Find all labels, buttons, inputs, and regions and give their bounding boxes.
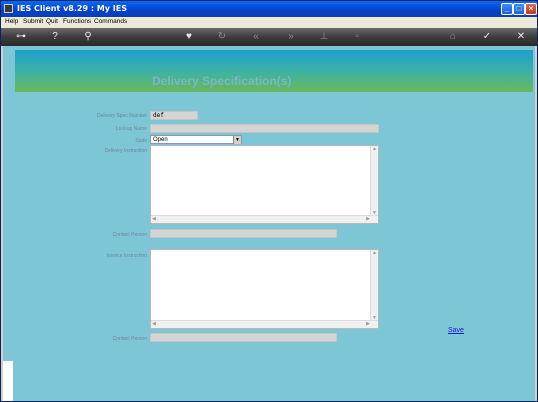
close-window-button[interactable]: × — [525, 3, 537, 15]
state-select[interactable]: Open ▼ — [150, 135, 242, 144]
scroll-up-icon[interactable]: ▲ — [372, 250, 377, 256]
menu-help[interactable]: Help — [5, 18, 18, 25]
scroll-left-icon[interactable]: ◀ — [152, 216, 156, 222]
delivery-instruction-textarea[interactable]: ▲ ▼ ◀ ▶ — [150, 145, 379, 224]
key-icon[interactable]: ⊶ — [11, 31, 31, 43]
page-icon[interactable]: ▫ — [351, 31, 363, 43]
spec-number-label: Delivery Spec Number — [96, 113, 147, 119]
client-area: Delivery Specification(s) Delivery Spec … — [3, 46, 535, 401]
toolbar: ⊶ ? ⚲ ♥ ↻ « » ⊥ ▫ ⌂ ✓ ✕ — [1, 28, 537, 46]
home-icon[interactable]: ⌂ — [447, 31, 459, 43]
vertical-scrollbar[interactable]: ▲ ▼ — [370, 250, 378, 321]
state-label: State — [135, 138, 147, 144]
invoice-instruction-label: Invoice Instruction — [106, 253, 147, 259]
left-edge-panel — [3, 361, 13, 401]
scroll-left-icon[interactable]: ◀ — [152, 321, 156, 327]
refresh-icon[interactable]: ↻ — [216, 31, 228, 43]
page-title: Delivery Specification(s) — [152, 74, 292, 88]
app-window: IES Client v8.29 : My IES _ □ × Help Sub… — [0, 0, 538, 402]
back-icon[interactable]: « — [250, 31, 262, 43]
minimize-button[interactable]: _ — [501, 3, 513, 15]
help-icon[interactable]: ? — [49, 31, 61, 43]
title-bar: IES Client v8.29 : My IES _ □ × — [1, 1, 537, 17]
heart-icon[interactable]: ♥ — [183, 31, 195, 43]
close-icon[interactable]: ✕ — [515, 31, 527, 43]
horizontal-scrollbar[interactable]: ◀ ▶ — [151, 215, 378, 223]
search-icon[interactable]: ⚲ — [82, 31, 94, 43]
scroll-up-icon[interactable]: ▲ — [372, 146, 377, 152]
vertical-scrollbar[interactable]: ▲ ▼ — [370, 146, 378, 216]
contact-person-2-field[interactable] — [150, 333, 337, 342]
contact-person-2-label: Contact Person — [112, 336, 147, 342]
horizontal-scrollbar[interactable]: ◀ ▶ — [151, 320, 378, 328]
menu-quit[interactable]: Quit — [46, 18, 58, 25]
forward-icon[interactable]: » — [285, 31, 297, 43]
lookup-name-label: Lookup Name — [115, 126, 147, 132]
page-header: Delivery Specification(s) — [15, 50, 533, 92]
spec-number-field[interactable]: def — [150, 111, 198, 120]
contact-person-field[interactable] — [150, 229, 337, 238]
window-title: IES Client v8.29 : My IES — [17, 4, 127, 13]
bookmark-icon[interactable]: ⊥ — [318, 31, 330, 43]
scroll-right-icon[interactable]: ▶ — [366, 216, 370, 222]
invoice-instruction-textarea[interactable]: ▲ ▼ ◀ ▶ — [150, 249, 379, 329]
lookup-name-field[interactable] — [150, 124, 379, 133]
state-value: Open — [153, 137, 168, 143]
check-icon[interactable]: ✓ — [481, 31, 493, 43]
contact-person-label: Contact Person — [112, 232, 147, 238]
menu-functions[interactable]: Functions — [63, 18, 91, 25]
save-link[interactable]: Save — [448, 327, 464, 334]
app-icon — [4, 4, 13, 13]
menu-bar: Help Submit Quit Functions Commands — [1, 17, 537, 28]
scroll-right-icon[interactable]: ▶ — [366, 321, 370, 327]
delivery-instruction-label: Delivery Instruction — [104, 148, 147, 154]
menu-commands[interactable]: Commands — [94, 18, 127, 25]
chevron-down-icon[interactable]: ▼ — [233, 136, 241, 144]
maximize-button[interactable]: □ — [513, 3, 525, 15]
menu-submit[interactable]: Submit — [23, 18, 43, 25]
